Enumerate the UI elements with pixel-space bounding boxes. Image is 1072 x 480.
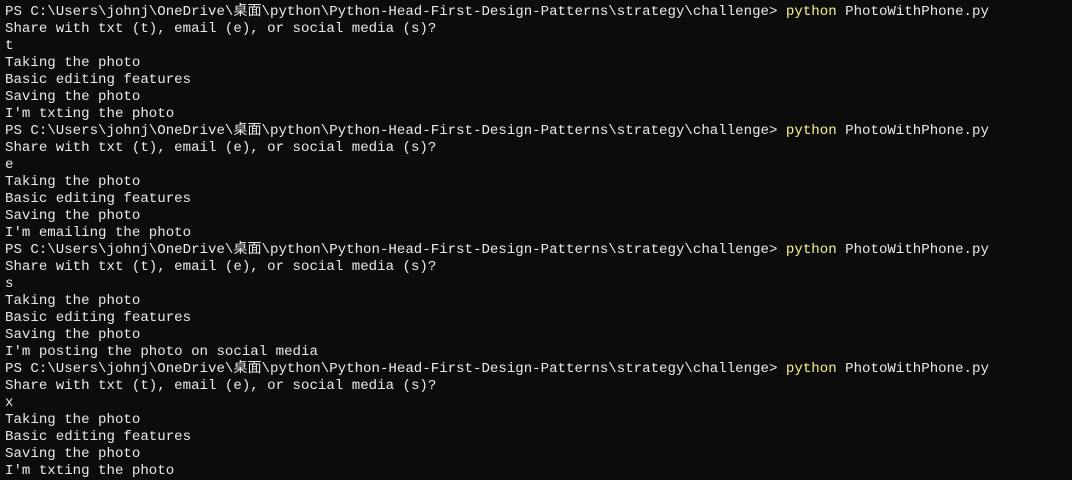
command-name: python (785, 123, 837, 139)
prompt-line: PS C:\Users\johnj\OneDrive\桌面\python\Pyt… (5, 361, 1069, 378)
output-line: I'm txting the photo (5, 106, 175, 122)
output-line: Taking the photo (5, 412, 141, 428)
prompt-path: PS C:\Users\johnj\OneDrive\桌面\python\Pyt… (5, 242, 786, 258)
output-line: Basic editing features (5, 429, 192, 445)
output-line: Taking the photo (5, 293, 141, 309)
output-line: I'm posting the photo on social media (5, 344, 318, 360)
prompt-path: PS C:\Users\johnj\OneDrive\桌面\python\Pyt… (5, 361, 786, 377)
prompt-line: PS C:\Users\johnj\OneDrive\桌面\python\Pyt… (5, 242, 1069, 259)
command-name: python (785, 4, 837, 20)
output-line: Share with txt (t), email (e), or social… (5, 21, 437, 37)
output-line: Saving the photo (5, 208, 141, 224)
output-line: s (5, 276, 14, 292)
output-line: Saving the photo (5, 446, 141, 462)
terminal-window[interactable]: PS C:\Users\johnj\OneDrive\桌面\python\Pyt… (0, 0, 1072, 480)
output-line: Saving the photo (5, 327, 141, 343)
output-line: e (5, 157, 14, 173)
output-line: Basic editing features (5, 191, 192, 207)
command-argument: PhotoWithPhone.py (836, 361, 989, 377)
command-argument: PhotoWithPhone.py (836, 242, 989, 258)
command-argument: PhotoWithPhone.py (836, 123, 989, 139)
command-name: python (785, 361, 837, 377)
output-line: Saving the photo (5, 89, 141, 105)
output-line: Share with txt (t), email (e), or social… (5, 140, 437, 156)
output-line: Share with txt (t), email (e), or social… (5, 378, 437, 394)
output-line: t (5, 38, 14, 54)
output-line: Basic editing features (5, 310, 192, 326)
command-argument: PhotoWithPhone.py (836, 4, 989, 20)
prompt-line: PS C:\Users\johnj\OneDrive\桌面\python\Pyt… (5, 123, 1069, 140)
output-line: Taking the photo (5, 174, 141, 190)
prompt-path: PS C:\Users\johnj\OneDrive\桌面\python\Pyt… (5, 123, 786, 139)
output-line: I'm emailing the photo (5, 225, 192, 241)
command-name: python (785, 242, 837, 258)
terminal-output: PS C:\Users\johnj\OneDrive\桌面\python\Pyt… (5, 4, 1069, 480)
output-line: Basic editing features (5, 72, 192, 88)
prompt-line: PS C:\Users\johnj\OneDrive\桌面\python\Pyt… (5, 4, 1069, 21)
output-line: Taking the photo (5, 55, 141, 71)
output-line: Share with txt (t), email (e), or social… (5, 259, 437, 275)
output-line: I'm txting the photo (5, 463, 175, 479)
output-line: x (5, 395, 14, 411)
prompt-path: PS C:\Users\johnj\OneDrive\桌面\python\Pyt… (5, 4, 786, 20)
